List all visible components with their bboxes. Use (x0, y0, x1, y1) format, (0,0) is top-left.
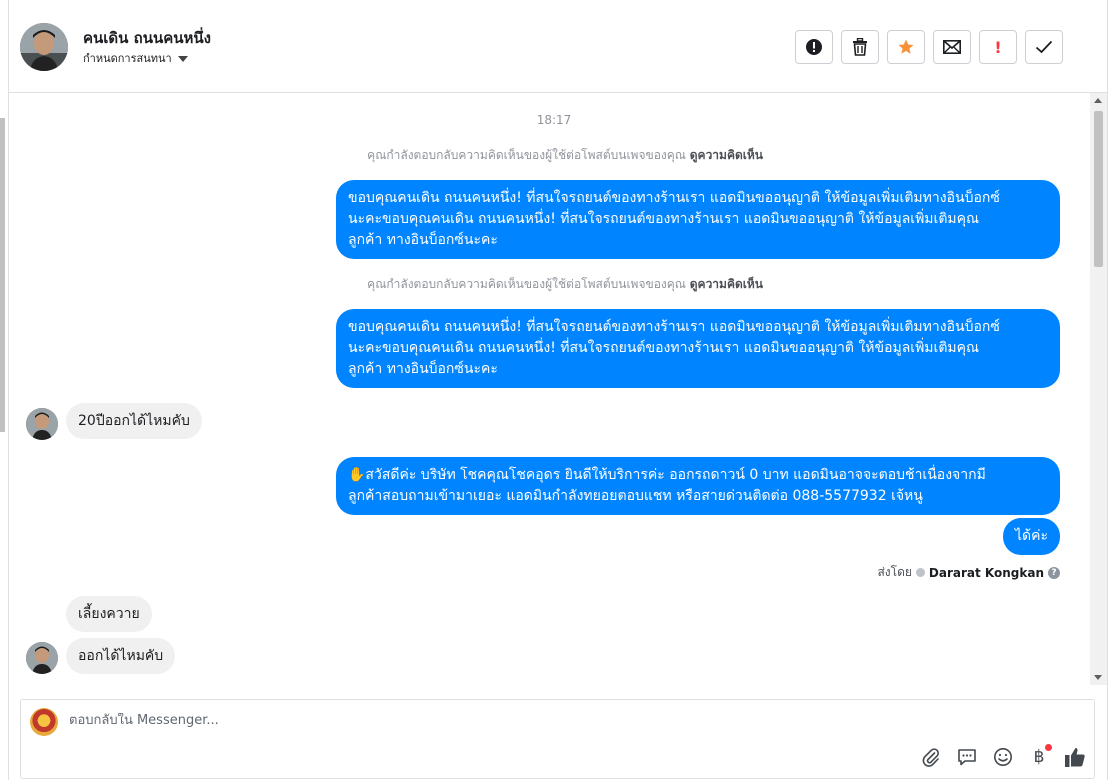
outgoing-message: ขอบคุณคนเดิน ถนนคนหนึ่ง! ที่สนใจรถยนต์ขอ… (336, 180, 1060, 259)
alert-circle-icon (806, 39, 822, 55)
message-line: นะคะขอบคุณคนเดิน ถนนคนหนึ่ง! ที่สนใจรถยน… (348, 340, 979, 356)
outgoing-message: ได้ค่ะ (1002, 518, 1060, 555)
message-line: ลูกค้าสอบถามเข้ามาเยอะ แอดมินกำลังทยอยตอ… (348, 488, 923, 504)
like-icon (1065, 747, 1085, 767)
checkmark-icon (1035, 40, 1053, 54)
saved-reply-icon (958, 749, 976, 766)
reply-context-text: คุณกำลังตอบกลับความคิดเห็นของผู้ใช้ต่อโพ… (367, 148, 686, 162)
chevron-down-icon (177, 55, 188, 62)
exclamation-icon: ! (994, 37, 1002, 57)
reply-context-text: คุณกำลังตอบกลับความคิดเห็นของผู้ใช้ต่อโพ… (367, 277, 686, 291)
reply-composer: ฿ (20, 699, 1095, 779)
customer-name[interactable]: คนเดิน ถนนคนหนึ่ง (83, 26, 211, 50)
follow-up-button[interactable]: ! (979, 30, 1017, 64)
notification-dot (1045, 744, 1052, 751)
message-line: ขอบคุณคนเดิน ถนนคนหนึ่ง! ที่สนใจรถยนต์ขอ… (348, 319, 1000, 335)
conversation-header: คนเดิน ถนนคนหนึ่ง กำหนดการสนทนา ! (9, 6, 1107, 93)
envelope-icon (943, 40, 961, 54)
scrollbar-thumb[interactable] (1094, 111, 1103, 267)
incoming-message: เลี้ยงควาย (66, 596, 152, 632)
emoji-button[interactable] (992, 746, 1014, 768)
outgoing-message: ขอบคุณคนเดิน ถนนคนหนึ่ง! ที่สนใจรถยนต์ขอ… (336, 309, 1060, 388)
send-like-button[interactable] (1064, 746, 1086, 768)
assign-conversation-dropdown[interactable]: กำหนดการสนทนา (83, 49, 188, 67)
customer-avatar[interactable] (20, 23, 68, 71)
sent-by-name: Dararat Kongkan (928, 565, 1044, 580)
page-scrollbar[interactable] (0, 118, 5, 432)
incoming-message: ออกได้ไหมคับ (66, 638, 176, 674)
mark-done-button[interactable] (1025, 30, 1063, 64)
message-line: ✋สวัสดีค่ะ บริษัท โชคคุณโชคอุดร ยินดีให้… (348, 467, 986, 483)
verified-icon (915, 568, 925, 577)
sent-by-note: ส่งโดย Dararat Kongkan ? (877, 563, 1060, 582)
timestamp: 18:17 (536, 113, 572, 127)
delete-button[interactable] (841, 30, 879, 64)
reply-context-note: คุณกำลังตอบกลับความคิดเห็นของผู้ใช้ต่อโพ… (367, 275, 763, 294)
sent-by-label: ส่งโดย (877, 565, 912, 579)
message-line: นะคะขอบคุณคนเดิน ถนนคนหนึ่ง! ที่สนใจรถยน… (348, 211, 979, 227)
view-comment-link[interactable]: ดูความคิดเห็น (690, 148, 763, 162)
page-avatar (30, 708, 58, 736)
attach-button[interactable] (920, 746, 942, 768)
composer-tools: ฿ (920, 744, 1086, 768)
message-line: ลูกค้า ทางอินบ็อกซ์นะคะ (348, 361, 498, 377)
paperclip-icon (922, 748, 939, 767)
message-thread[interactable]: 18:17 คุณกำลังตอบกลับความคิดเห็นของผู้ใช… (9, 93, 1090, 685)
customer-avatar-small[interactable] (26, 408, 58, 440)
conversation-toolbar: ! (795, 30, 1063, 64)
mark-spam-button[interactable] (795, 30, 833, 64)
thread-scrollbar[interactable] (1090, 93, 1107, 685)
message-line: ขอบคุณคนเดิน ถนนคนหนึ่ง! ที่สนใจรถยนต์ขอ… (348, 190, 1000, 206)
assign-label: กำหนดการสนทนา (83, 52, 172, 65)
saved-replies-button[interactable] (956, 746, 978, 768)
mark-unread-button[interactable] (933, 30, 971, 64)
view-comment-link[interactable]: ดูความคิดเห็น (690, 277, 763, 291)
baht-icon: ฿ (1033, 747, 1045, 767)
payment-button[interactable]: ฿ (1028, 744, 1052, 768)
message-line: ลูกค้า ทางอินบ็อกซ์นะคะ (348, 232, 498, 248)
reply-context-note: คุณกำลังตอบกลับความคิดเห็นของผู้ใช้ต่อโพ… (367, 146, 763, 165)
trash-icon (853, 38, 867, 56)
help-icon[interactable]: ? (1048, 566, 1060, 579)
scroll-down-arrow-icon[interactable] (1094, 675, 1102, 680)
emoji-icon (994, 748, 1012, 766)
scroll-up-arrow-icon[interactable] (1094, 98, 1102, 103)
star-icon (898, 39, 914, 54)
incoming-message: 20ปีออกได้ไหมคับ (66, 403, 202, 439)
star-button[interactable] (887, 30, 925, 64)
customer-avatar-small[interactable] (26, 642, 58, 674)
reply-input[interactable] (69, 713, 869, 728)
outgoing-message: ✋สวัสดีค่ะ บริษัท โชคคุณโชคอุดร ยินดีให้… (336, 457, 1060, 515)
